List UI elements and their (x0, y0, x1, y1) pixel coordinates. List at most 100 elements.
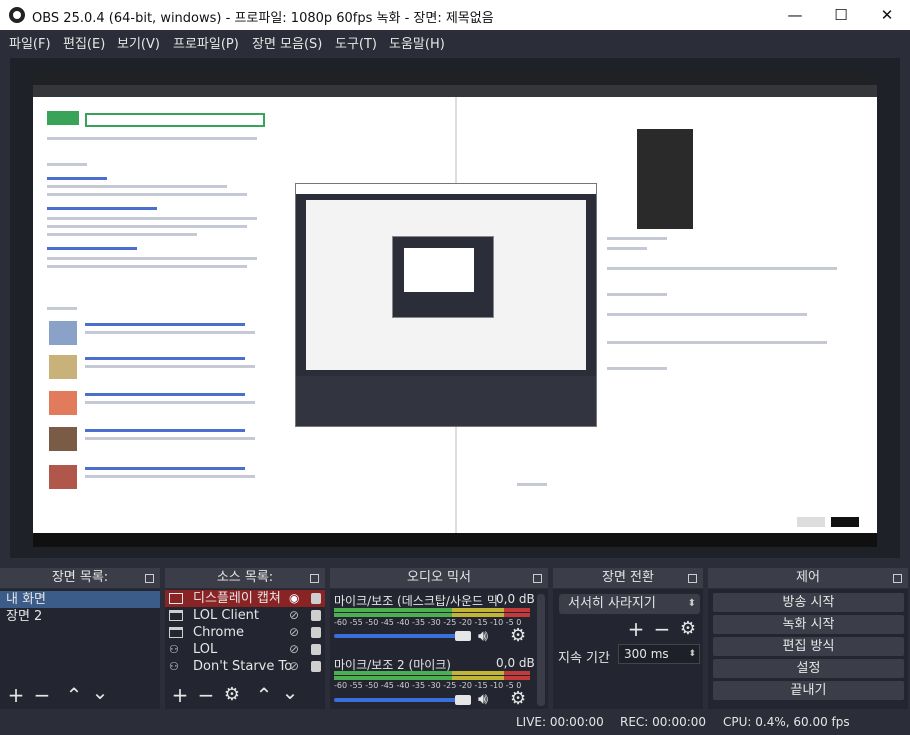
rec-status: REC: 00:00:00 (620, 715, 707, 729)
source-row[interactable]: ⚇ LOL ⊘ (165, 641, 325, 658)
obs-logo-icon (9, 7, 25, 23)
menu-help[interactable]: 도움말(H) (389, 33, 445, 52)
status-bar: LIVE: 00:00:00 REC: 00:00:00 CPU: 0.4%, … (0, 709, 910, 735)
mixer-track-db: 0,0 dB (496, 656, 535, 670)
transition-select[interactable]: 서서히 사라지기 ⬍ (559, 594, 700, 614)
cpu-status: CPU: 0.4%, 60.00 fps (723, 715, 850, 729)
monitor-icon (169, 593, 183, 604)
sources-dock-title: 소스 목록: (165, 568, 325, 588)
volume-meter (334, 676, 530, 680)
scenes-title: 장면 목록: (51, 570, 109, 585)
maximize-button[interactable]: ☐ (818, 0, 864, 30)
volume-slider[interactable] (334, 634, 464, 638)
mixer-track-db: 0,0 dB (496, 592, 535, 606)
menu-scene-collection[interactable]: 장면 모음(S) (252, 33, 322, 52)
move-scene-up-button[interactable]: ⌃ (64, 685, 84, 705)
window-icon (169, 627, 183, 638)
menu-file[interactable]: 파일(F) (9, 33, 51, 52)
move-source-up-button[interactable]: ⌃ (254, 685, 274, 705)
undock-icon[interactable] (310, 574, 319, 583)
remove-transition-button[interactable]: − (652, 619, 672, 639)
lock-icon[interactable] (311, 593, 321, 604)
scene-item[interactable]: 내 화면 (0, 591, 160, 608)
transition-properties-gear-icon[interactable]: ⚙ (678, 619, 698, 639)
eye-hidden-icon[interactable]: ⊘ (289, 643, 303, 656)
volume-meter (334, 608, 530, 612)
source-row[interactable]: 디스플레이 캡쳐 ◉ (165, 590, 325, 607)
transition-value: 서서히 사라지기 (568, 596, 656, 611)
gamepad-icon: ⚇ (169, 643, 179, 656)
controls-title: 제어 (796, 570, 820, 585)
duration-spinbox[interactable]: 300 ms ⬍ (618, 644, 700, 664)
eye-hidden-icon[interactable]: ⊘ (289, 660, 303, 673)
scene-item[interactable]: 장면 2 (0, 608, 160, 625)
sources-title: 소스 목록: (216, 570, 274, 585)
eye-hidden-icon[interactable]: ⊘ (289, 626, 303, 639)
scenes-dock: 내 화면 장면 2 + − ⌃ ⌄ (0, 589, 160, 709)
undock-icon[interactable] (893, 574, 902, 583)
mixer-scrollbar[interactable] (537, 594, 545, 706)
eye-hidden-icon[interactable]: ⊘ (289, 609, 303, 622)
controls-dock-title: 제어 (708, 568, 908, 588)
spin-arrows-icon: ⬍ (687, 598, 696, 609)
transitions-dock-title: 장면 전환 (553, 568, 703, 588)
captured-browser-tabs (33, 71, 877, 85)
volume-slider[interactable] (334, 698, 464, 702)
start-recording-button[interactable]: 녹화 시작 (713, 615, 904, 634)
source-properties-gear-icon[interactable]: ⚙ (222, 685, 242, 705)
add-source-button[interactable]: + (170, 685, 190, 705)
move-source-down-button[interactable]: ⌄ (280, 682, 300, 702)
gear-icon[interactable]: ⚙ (510, 688, 526, 709)
lock-icon[interactable] (311, 644, 321, 655)
lock-icon[interactable] (311, 627, 321, 638)
speaker-icon[interactable]: 🔊︎ (478, 689, 488, 709)
move-scene-down-button[interactable]: ⌄ (90, 682, 110, 702)
duration-label: 지속 기간 (558, 651, 610, 666)
speaker-icon[interactable]: 🔊︎ (478, 626, 488, 646)
source-row[interactable]: Chrome ⊘ (165, 624, 325, 641)
add-transition-button[interactable]: + (626, 619, 646, 639)
remove-scene-button[interactable]: − (32, 685, 52, 705)
volume-meter (334, 671, 530, 675)
eye-icon[interactable]: ◉ (289, 592, 303, 605)
meter-scale: -60 -55 -50 -45 -40 -35 -30 -25 -20 -15 … (334, 618, 522, 627)
source-row[interactable]: ⚇ Don't Starve To ⊘ (165, 658, 325, 675)
captured-taskbar (33, 533, 877, 547)
lock-icon[interactable] (311, 610, 321, 621)
mixer-title: 오디오 믹서 (407, 570, 471, 585)
studio-mode-button[interactable]: 편집 방식 (713, 637, 904, 656)
duration-value: 300 ms (624, 647, 669, 661)
undock-icon[interactable] (533, 574, 542, 583)
menu-view[interactable]: 보기(V) (117, 33, 160, 52)
minimize-button[interactable]: — (772, 0, 818, 30)
window-title: OBS 25.0.4 (64-bit, windows) - 프로파일: 108… (32, 11, 494, 26)
spin-arrows-icon: ⬍ (688, 649, 696, 659)
remove-source-button[interactable]: − (196, 685, 216, 705)
gamepad-icon: ⚇ (169, 660, 179, 673)
close-button[interactable]: ✕ (864, 0, 910, 30)
title-bar: OBS 25.0.4 (64-bit, windows) - 프로파일: 108… (0, 0, 910, 30)
menu-edit[interactable]: 편집(E) (63, 33, 105, 52)
source-row[interactable]: LOL Client ⊘ (165, 607, 325, 624)
settings-button[interactable]: 설정 (713, 659, 904, 678)
menu-bar: 파일(F) 편집(E) 보기(V) 프로파일(P) 장면 모음(S) 도구(T)… (0, 30, 910, 54)
menu-tools[interactable]: 도구(T) (335, 33, 377, 52)
source-label: 디스플레이 캡쳐 (193, 591, 281, 606)
add-scene-button[interactable]: + (6, 685, 26, 705)
undock-icon[interactable] (145, 574, 154, 583)
lock-icon[interactable] (311, 661, 321, 672)
start-streaming-button[interactable]: 방송 시작 (713, 593, 904, 612)
volume-slider-thumb[interactable] (455, 695, 471, 705)
source-label: LOL Client (193, 608, 260, 623)
mixer-dock-title: 오디오 믹서 (330, 568, 548, 588)
undock-icon[interactable] (688, 574, 697, 583)
gear-icon[interactable]: ⚙ (510, 625, 526, 646)
preview-canvas[interactable] (33, 71, 877, 547)
exit-button[interactable]: 끝내기 (713, 681, 904, 700)
meter-scale: -60 -55 -50 -45 -40 -35 -30 -25 -20 -15 … (334, 681, 522, 690)
source-label: LOL (193, 642, 218, 657)
volume-slider-thumb[interactable] (455, 631, 471, 641)
menu-profile[interactable]: 프로파일(P) (173, 33, 239, 52)
captured-browser-toolbar (33, 85, 877, 97)
live-status: LIVE: 00:00:00 (516, 715, 604, 729)
